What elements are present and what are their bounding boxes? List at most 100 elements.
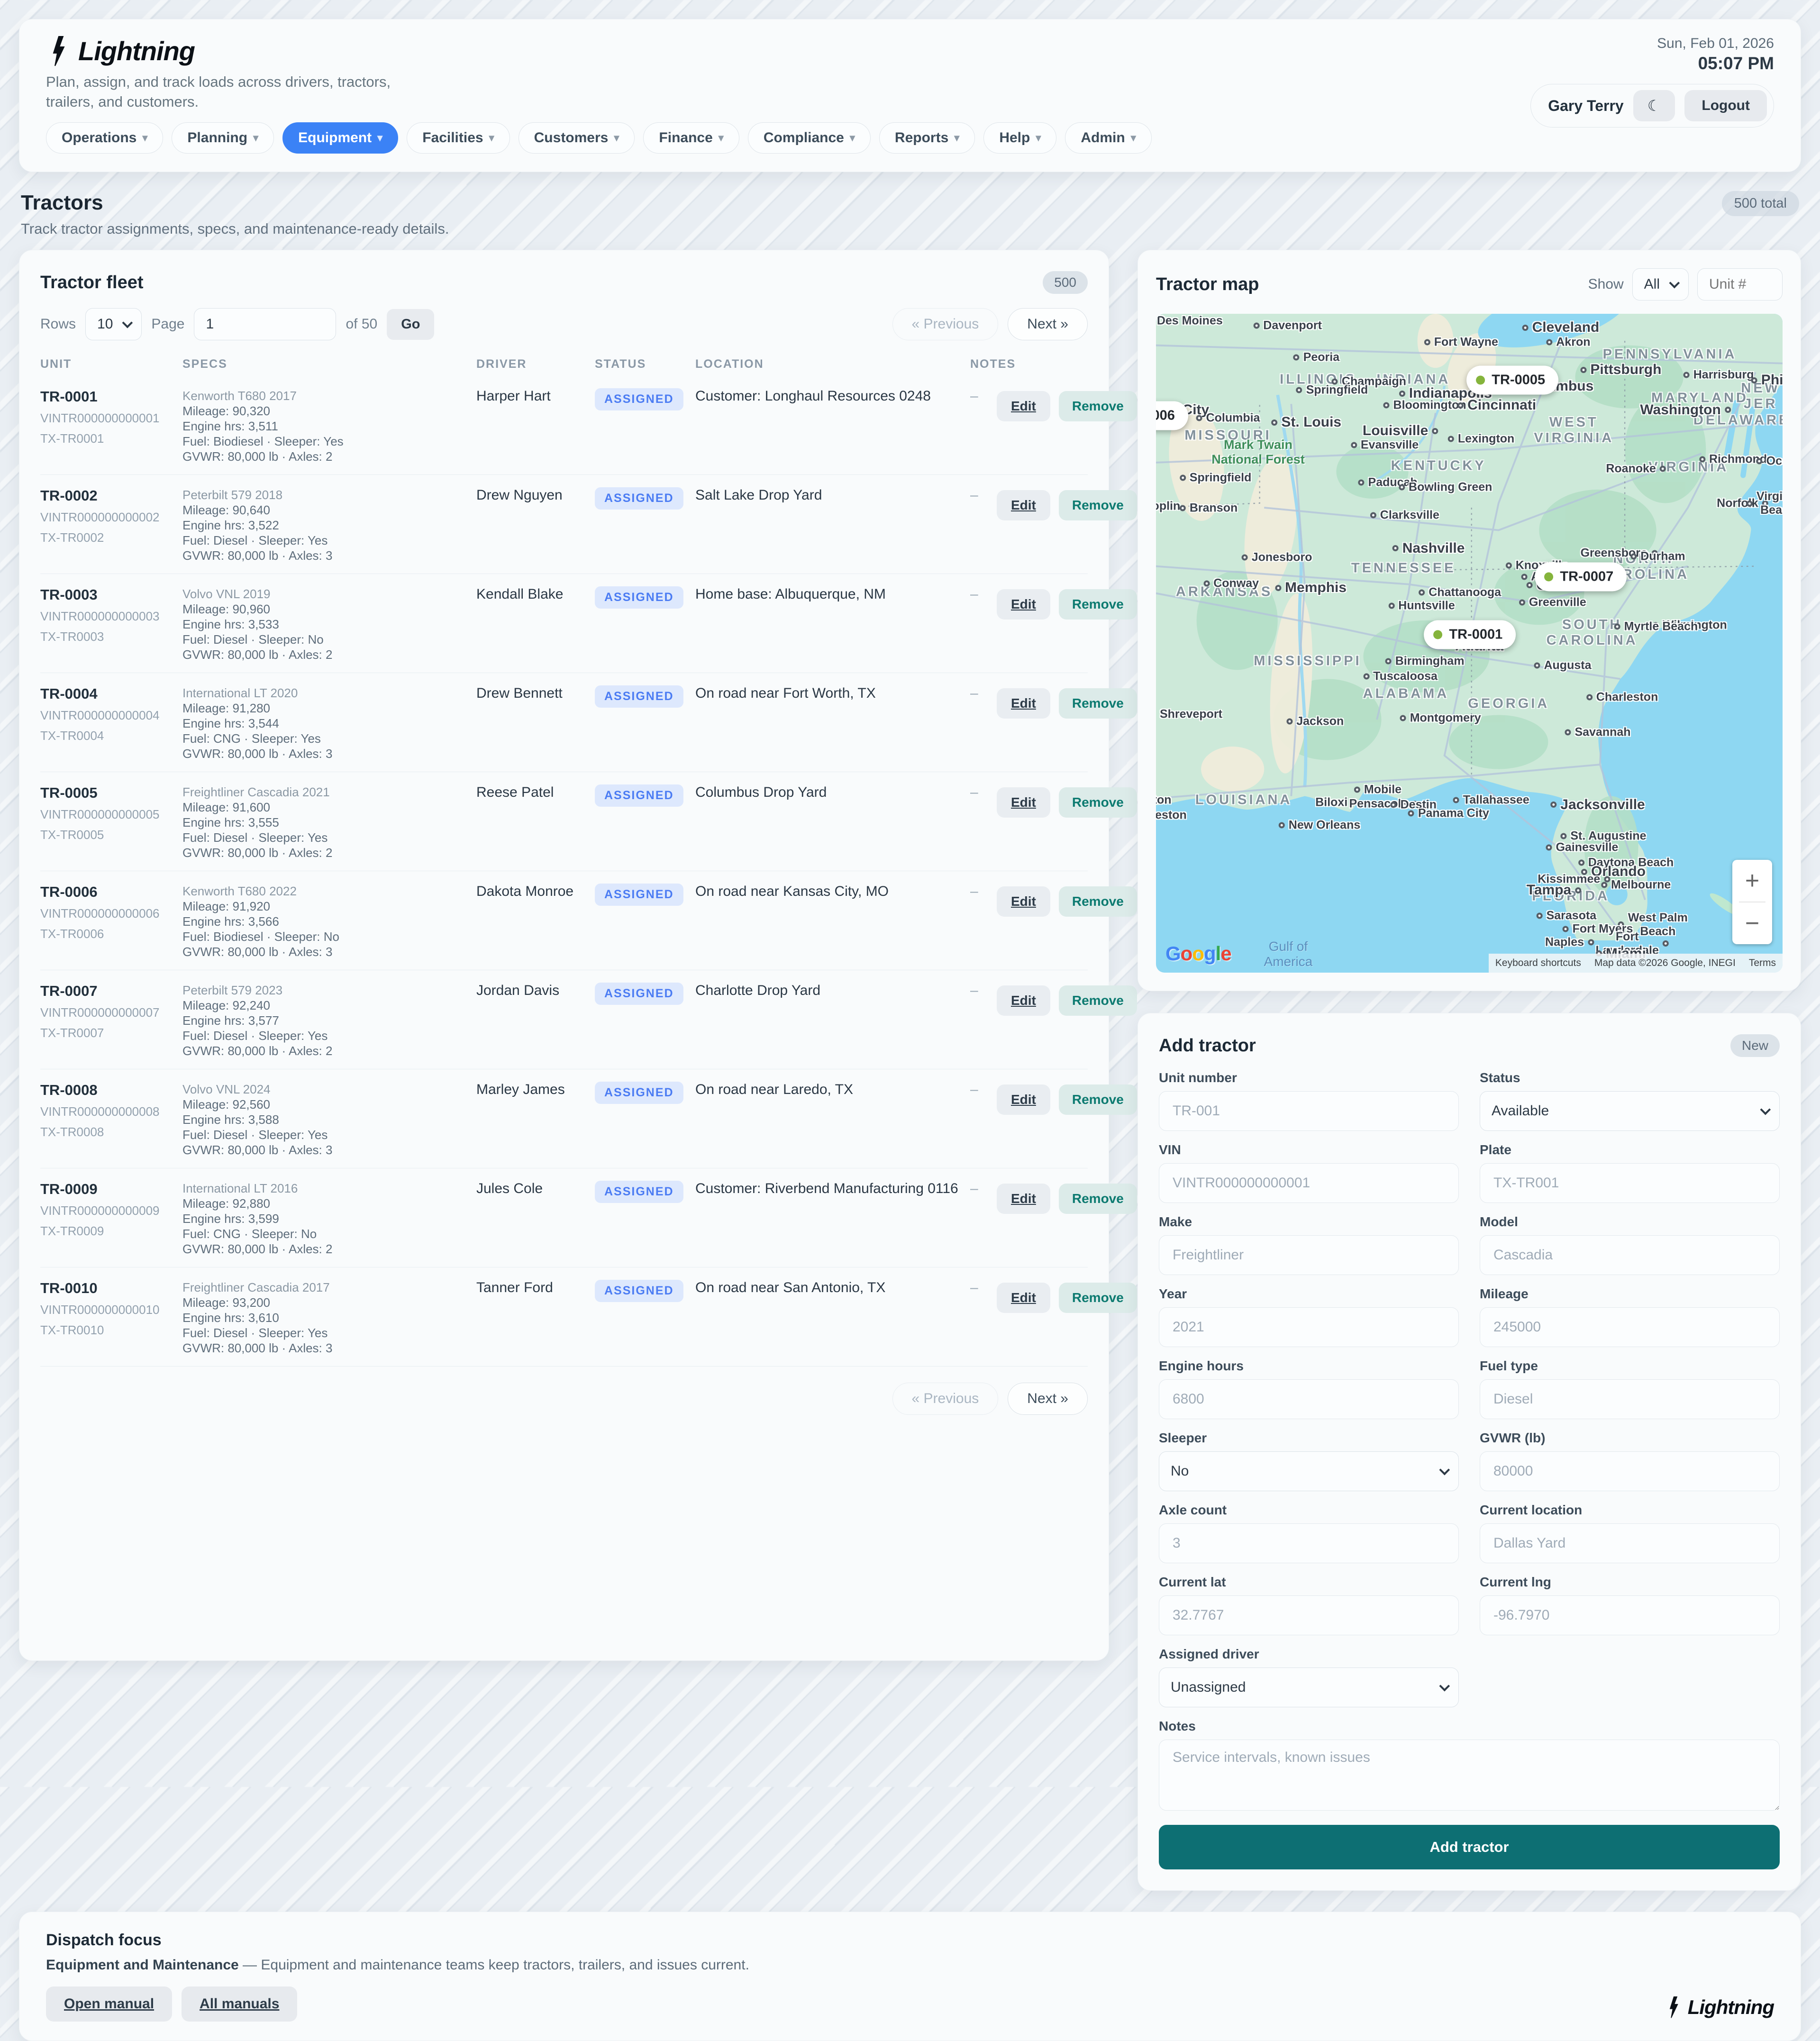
logout-button[interactable]: Logout xyxy=(1684,90,1767,121)
nav-item-admin[interactable]: Admin▾ xyxy=(1065,122,1151,154)
remove-button[interactable]: Remove xyxy=(1059,490,1137,520)
edit-button[interactable]: Edit xyxy=(997,886,1050,917)
keyboard-shortcuts-link[interactable]: Keyboard shortcuts xyxy=(1489,954,1588,973)
tractor-marker-tr-0001[interactable]: TR-0001 xyxy=(1424,620,1516,649)
remove-button[interactable]: Remove xyxy=(1059,886,1137,917)
edit-button[interactable]: Edit xyxy=(997,787,1050,818)
model-input[interactable] xyxy=(1480,1235,1780,1275)
tractor-marker-tr-0006[interactable]: TR-0006 xyxy=(1156,401,1188,430)
plate-input[interactable] xyxy=(1480,1163,1780,1203)
city-name: Springfield xyxy=(1306,383,1368,397)
city-dot-icon xyxy=(1519,599,1525,605)
edit-button[interactable]: Edit xyxy=(997,688,1050,719)
location-cell: Customer: Riverbend Manufacturing 0116 xyxy=(695,1181,970,1257)
footer: Dispatch focus Equipment and Maintenance… xyxy=(19,1912,1801,2041)
zoom-out-button[interactable]: − xyxy=(1732,902,1772,944)
spec-line: GVWR: 80,000 lb · Axles: 3 xyxy=(182,1142,476,1157)
unit-number-input[interactable] xyxy=(1159,1091,1459,1131)
remove-button[interactable]: Remove xyxy=(1059,1283,1137,1313)
map-canvas[interactable]: PENNSYLVANIAILLINOISINDIANAMARYLANDNEW J… xyxy=(1156,314,1783,973)
remove-button[interactable]: Remove xyxy=(1059,1184,1137,1214)
city-label: Akron xyxy=(1546,335,1590,349)
nav-item-equipment[interactable]: Equipment▾ xyxy=(282,122,398,154)
edit-button[interactable]: Edit xyxy=(997,1184,1050,1214)
nav-item-compliance[interactable]: Compliance▾ xyxy=(748,122,871,154)
tractor-marker-tr-0005[interactable]: TR-0005 xyxy=(1466,366,1558,395)
dark-mode-toggle[interactable]: ☾ xyxy=(1633,90,1675,121)
remove-button[interactable]: Remove xyxy=(1059,1084,1137,1115)
city-label: Myrtle Beach xyxy=(1614,620,1698,634)
driver-cell: Reese Patel xyxy=(476,784,595,860)
edit-button[interactable]: Edit xyxy=(997,490,1050,520)
field-fuel-type: Fuel type xyxy=(1480,1358,1780,1419)
map-show-select[interactable]: All xyxy=(1632,268,1689,301)
open-manual-button[interactable]: Open manual xyxy=(46,1986,172,2022)
previous-page-button-bottom[interactable]: « Previous xyxy=(892,1383,999,1415)
spec-line: Mileage: 92,240 xyxy=(182,998,476,1013)
unit-plate: TX-TR0006 xyxy=(40,927,182,941)
next-page-button-bottom[interactable]: Next » xyxy=(1008,1383,1088,1415)
field-engine-hours: Engine hours xyxy=(1159,1358,1459,1419)
field-label: VIN xyxy=(1159,1142,1459,1157)
zoom-in-button[interactable]: + xyxy=(1732,860,1772,902)
status-badge: ASSIGNED xyxy=(595,983,683,1005)
current-lng-input[interactable] xyxy=(1480,1595,1780,1635)
status-select[interactable]: Available xyxy=(1480,1091,1780,1131)
gvwr-lb--input[interactable] xyxy=(1480,1451,1780,1491)
make-input[interactable] xyxy=(1159,1235,1459,1275)
go-button[interactable]: Go xyxy=(387,309,434,340)
nav-item-facilities[interactable]: Facilities▾ xyxy=(407,122,510,154)
current-location-input[interactable] xyxy=(1480,1523,1780,1563)
city-label: Clarksville xyxy=(1370,509,1439,522)
specs-cell: Peterbilt 579 2023Mileage: 92,240Engine … xyxy=(182,983,476,1058)
sleeper-select[interactable]: No xyxy=(1159,1451,1459,1491)
map-unit-filter-input[interactable] xyxy=(1697,268,1783,301)
nav-item-customers[interactable]: Customers▾ xyxy=(519,122,635,154)
nav-item-reports[interactable]: Reports▾ xyxy=(879,122,975,154)
axle-count-input[interactable] xyxy=(1159,1523,1459,1563)
nav-item-finance[interactable]: Finance▾ xyxy=(643,122,739,154)
next-page-button[interactable]: Next » xyxy=(1008,308,1088,340)
city-name: Biloxi xyxy=(1315,796,1347,810)
mileage-input[interactable] xyxy=(1480,1307,1780,1347)
all-manuals-button[interactable]: All manuals xyxy=(182,1986,297,2022)
remove-button[interactable]: Remove xyxy=(1059,688,1137,719)
year-input[interactable] xyxy=(1159,1307,1459,1347)
city-dot-icon xyxy=(1253,323,1259,329)
fuel-type-input[interactable] xyxy=(1480,1379,1780,1419)
previous-page-button[interactable]: « Previous xyxy=(892,308,999,340)
nav-item-label: Planning xyxy=(187,130,247,146)
nav-item-help[interactable]: Help▾ xyxy=(983,122,1056,154)
map-attribution: Keyboard shortcuts Map data ©2026 Google… xyxy=(1489,954,1783,973)
remove-button[interactable]: Remove xyxy=(1059,391,1137,421)
current-lat-input[interactable] xyxy=(1159,1595,1459,1635)
assigned-driver-select[interactable]: Unassigned xyxy=(1159,1667,1459,1707)
unit-plate: TX-TR0008 xyxy=(40,1125,182,1139)
edit-button[interactable]: Edit xyxy=(997,1283,1050,1313)
city-dot-icon xyxy=(1383,402,1390,409)
table-row: TR-0004VINTR000000000004TX-TR0004Interna… xyxy=(40,673,1088,772)
edit-button[interactable]: Edit xyxy=(997,985,1050,1016)
spec-line: Volvo VNL 2019 xyxy=(182,586,476,601)
edit-button[interactable]: Edit xyxy=(997,391,1050,421)
edit-button[interactable]: Edit xyxy=(997,589,1050,620)
city-name: Huntsville xyxy=(1398,599,1455,612)
remove-button[interactable]: Remove xyxy=(1059,985,1137,1016)
edit-button[interactable]: Edit xyxy=(997,1084,1050,1115)
nav-item-planning[interactable]: Planning▾ xyxy=(172,122,274,154)
engine-hours-input[interactable] xyxy=(1159,1379,1459,1419)
city-name: Ocean xyxy=(1766,455,1783,468)
rows-per-page-select[interactable]: 10 xyxy=(85,308,142,340)
remove-button[interactable]: Remove xyxy=(1059,787,1137,818)
page-number-input[interactable] xyxy=(194,308,336,340)
terms-link[interactable]: Terms xyxy=(1742,954,1783,973)
add-tractor-button[interactable]: Add tractor xyxy=(1159,1825,1780,1869)
vin-input[interactable] xyxy=(1159,1163,1459,1203)
show-label: Show xyxy=(1588,276,1624,292)
marker-dot-icon xyxy=(1476,376,1485,385)
nav-item-operations[interactable]: Operations▾ xyxy=(46,122,163,154)
field-label: Mileage xyxy=(1480,1286,1780,1302)
remove-button[interactable]: Remove xyxy=(1059,589,1137,620)
notes-textarea[interactable] xyxy=(1159,1740,1780,1811)
tractor-marker-tr-0007[interactable]: TR-0007 xyxy=(1535,562,1627,591)
